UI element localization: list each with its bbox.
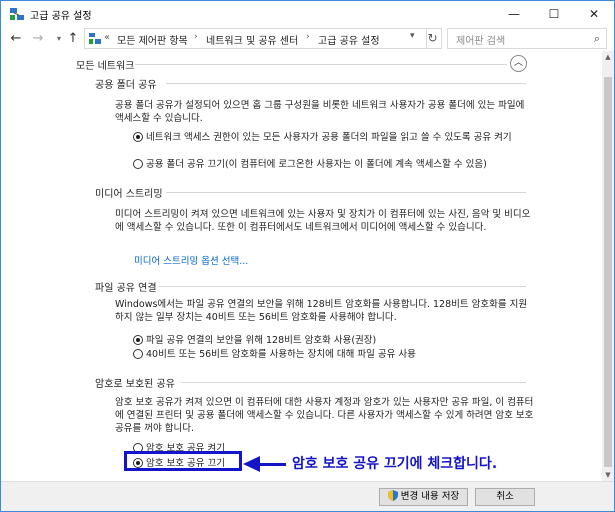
breadcrumb-separator-icon[interactable]: › <box>306 32 310 42</box>
refresh-icon[interactable]: ↻ <box>424 28 442 49</box>
radio-label: 40비트 또는 56비트 암호화를 사용하는 장치에 대해 파일 공유 사용 <box>146 349 416 360</box>
radio-button[interactable] <box>133 349 143 359</box>
section-title-public-folder: 공용 폴더 공유 <box>95 80 157 91</box>
network-center-icon <box>10 8 24 20</box>
settings-content: 모든 네트워크 ︿ 공용 폴더 공유 공용 폴더 공유가 설정되어 있으면 홈 … <box>1 51 602 481</box>
divider <box>135 64 507 65</box>
radio-button-selected[interactable] <box>133 335 143 345</box>
cancel-button[interactable]: 취소 <box>475 488 535 506</box>
navigation-bar: ← → ▾ ↑ « 모든 제어판 항목 › 네트워크 및 공유 센터 › 고급 … <box>1 27 614 51</box>
breadcrumb-separator-icon[interactable]: › <box>194 32 198 42</box>
media-streaming-options-link[interactable]: 미디어 스트리밍 옵션 선택... <box>134 253 248 267</box>
media-streaming-description: 미디어 스트리밍이 켜져 있으면 네트워크에 있는 사용자 및 장치가 이 컴퓨… <box>115 209 531 233</box>
radio-button[interactable] <box>133 159 143 169</box>
file-sharing-description: Windows에서는 파일 공유 연결의 보안을 위해 128비트 암호화를 사… <box>115 299 528 323</box>
search-placeholder: 제어판 검색 <box>456 36 506 47</box>
radio-button-selected[interactable] <box>133 132 143 142</box>
scroll-up-arrow-icon[interactable]: ▲ <box>602 51 614 63</box>
highlight-box <box>124 451 242 471</box>
divider <box>166 83 526 84</box>
annotation-arrow-line <box>259 463 286 466</box>
section-title-file-sharing: 파일 공유 연결 <box>95 283 157 294</box>
address-bar[interactable]: « 모든 제어판 항목 › 네트워크 및 공유 센터 › 고급 공유 설정 ▾ <box>84 28 427 49</box>
divider <box>159 286 526 287</box>
back-arrow-icon[interactable]: ← <box>8 30 24 48</box>
save-button-label: 변경 내용 저장 <box>400 491 460 502</box>
radio-label: 네트워크 액세스 권한이 있는 모든 사용자가 공용 폴더의 파일을 읽고 쓸 … <box>146 132 512 143</box>
breadcrumb-all-control-panel-items[interactable]: 모든 제어판 항목 <box>117 32 188 47</box>
radio-label: 파일 공유 연결의 보안을 위해 128비트 암호화 사용(권장) <box>146 335 377 346</box>
scroll-down-arrow-icon[interactable]: ▼ <box>602 469 614 481</box>
collapse-chevron-icon[interactable]: ︿ <box>510 55 527 72</box>
password-sharing-description: 암호 보호 공유가 켜져 있으면 이 컴퓨터에 대한 사용자 계정과 암호가 있… <box>115 397 534 434</box>
radio-public-folder-on[interactable]: 네트워크 액세스 권한이 있는 모든 사용자가 공용 폴더의 파일을 읽고 쓸 … <box>133 131 533 157</box>
breadcrumb-network-sharing-center[interactable]: 네트워크 및 공유 센터 <box>206 32 298 47</box>
radio-label: 공용 폴더 공유 끄기(이 컴퓨터에 로그온한 사용자는 이 폴더에 계속 액세… <box>146 159 487 170</box>
breadcrumb-advanced-sharing[interactable]: 고급 공유 설정 <box>318 32 380 47</box>
footer-bar: 변경 내용 저장 취소 <box>1 481 614 511</box>
annotation-text: 암호 보호 공유 끄기에 체크합니다. <box>292 456 498 472</box>
section-title-media-streaming: 미디어 스트리밍 <box>95 189 163 200</box>
radio-public-folder-off[interactable]: 공용 폴더 공유 끄기(이 컴퓨터에 로그온한 사용자는 이 폴더에 계속 액세… <box>133 158 533 171</box>
control-panel-icon <box>89 33 101 44</box>
close-button[interactable]: ✕ <box>574 1 614 27</box>
search-input[interactable]: 제어판 검색 ⌕ <box>447 28 607 49</box>
vertical-scrollbar[interactable]: ▲ ▼ <box>602 51 614 481</box>
public-folder-description: 공용 폴더 공유가 설정되어 있으면 홈 그룹 구성원을 비롯한 네트워크 사용… <box>115 100 525 124</box>
scroll-thumb[interactable] <box>604 77 612 467</box>
uac-shield-icon <box>387 490 398 501</box>
address-dropdown-icon[interactable]: ▾ <box>410 31 415 41</box>
advanced-sharing-window: 고급 공유 설정 — ☐ ✕ ← → ▾ ↑ « 모든 제어판 항목 › 네트워… <box>0 0 615 512</box>
section-title-password-sharing: 암호로 보호된 공유 <box>95 379 175 390</box>
annotation-arrow-icon <box>243 456 260 472</box>
maximize-button[interactable]: ☐ <box>534 1 574 27</box>
radio-encryption-128bit[interactable]: 파일 공유 연결의 보안을 위해 128비트 암호화 사용(권장) <box>133 334 533 347</box>
search-icon[interactable]: ⌕ <box>594 32 600 46</box>
breadcrumb-overflow[interactable]: « <box>104 32 110 43</box>
profile-heading-all-networks: 모든 네트워크 <box>76 61 135 72</box>
save-changes-button[interactable]: 변경 내용 저장 <box>379 488 468 506</box>
radio-encryption-40-56bit[interactable]: 40비트 또는 56비트 암호화를 사용하는 장치에 대해 파일 공유 사용 <box>133 348 533 361</box>
divider <box>181 382 526 383</box>
minimize-button[interactable]: — <box>494 1 534 27</box>
forward-arrow-icon[interactable]: → <box>30 30 46 48</box>
up-arrow-icon[interactable]: ↑ <box>65 30 81 48</box>
window-title: 고급 공유 설정 <box>30 11 92 22</box>
divider <box>166 192 526 193</box>
title-bar: 고급 공유 설정 — ☐ ✕ <box>1 1 614 27</box>
